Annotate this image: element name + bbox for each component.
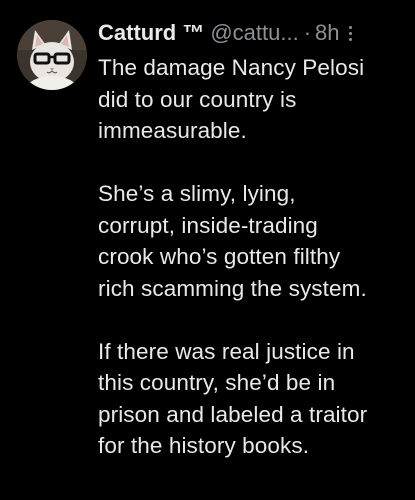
timestamp[interactable]: 8h <box>315 14 339 52</box>
tweet-line: immeasurable. <box>98 118 247 143</box>
tweet-line: She’s a slimy, lying, <box>98 181 296 206</box>
cat-with-glasses-avatar-icon <box>17 20 87 90</box>
tweet-text: The damage Nancy Pelosi did to our count… <box>98 52 398 462</box>
tweet-line: rich scamming the system. <box>98 275 367 301</box>
tweet[interactable]: Catturd ™ @cattu... · 8h The damage Nanc… <box>0 0 415 500</box>
avatar[interactable] <box>17 20 87 90</box>
tweet-paragraph: If there was real justice in this countr… <box>98 336 398 462</box>
tweet-line: this country, she’d be in <box>98 370 336 395</box>
more-options-icon[interactable] <box>346 22 356 44</box>
tweet-line: did to our country is <box>98 86 297 112</box>
tweet-line: for the history books. <box>98 433 310 458</box>
tweet-paragraph: She’s a slimy, lying, corrupt, inside-tr… <box>98 178 398 304</box>
tweet-line: The damage Nancy Pelosi <box>98 55 365 80</box>
separator-dot: · <box>303 20 312 45</box>
display-name[interactable]: Catturd ™ <box>98 14 204 52</box>
user-handle[interactable]: @cattu... <box>210 14 298 52</box>
tweet-line: corrupt, inside-trading <box>98 212 318 238</box>
tweet-paragraph: The damage Nancy Pelosi did to our count… <box>98 52 398 147</box>
tweet-content: Catturd ™ @cattu... · 8h The damage Nanc… <box>98 14 398 493</box>
tweet-line: prison and labeled a traitor <box>98 401 368 427</box>
tweet-line: crook who’s gotten filthy <box>98 244 341 269</box>
tweet-header: Catturd ™ @cattu... · 8h <box>98 14 398 52</box>
tweet-line: If there was real justice in <box>98 338 355 364</box>
